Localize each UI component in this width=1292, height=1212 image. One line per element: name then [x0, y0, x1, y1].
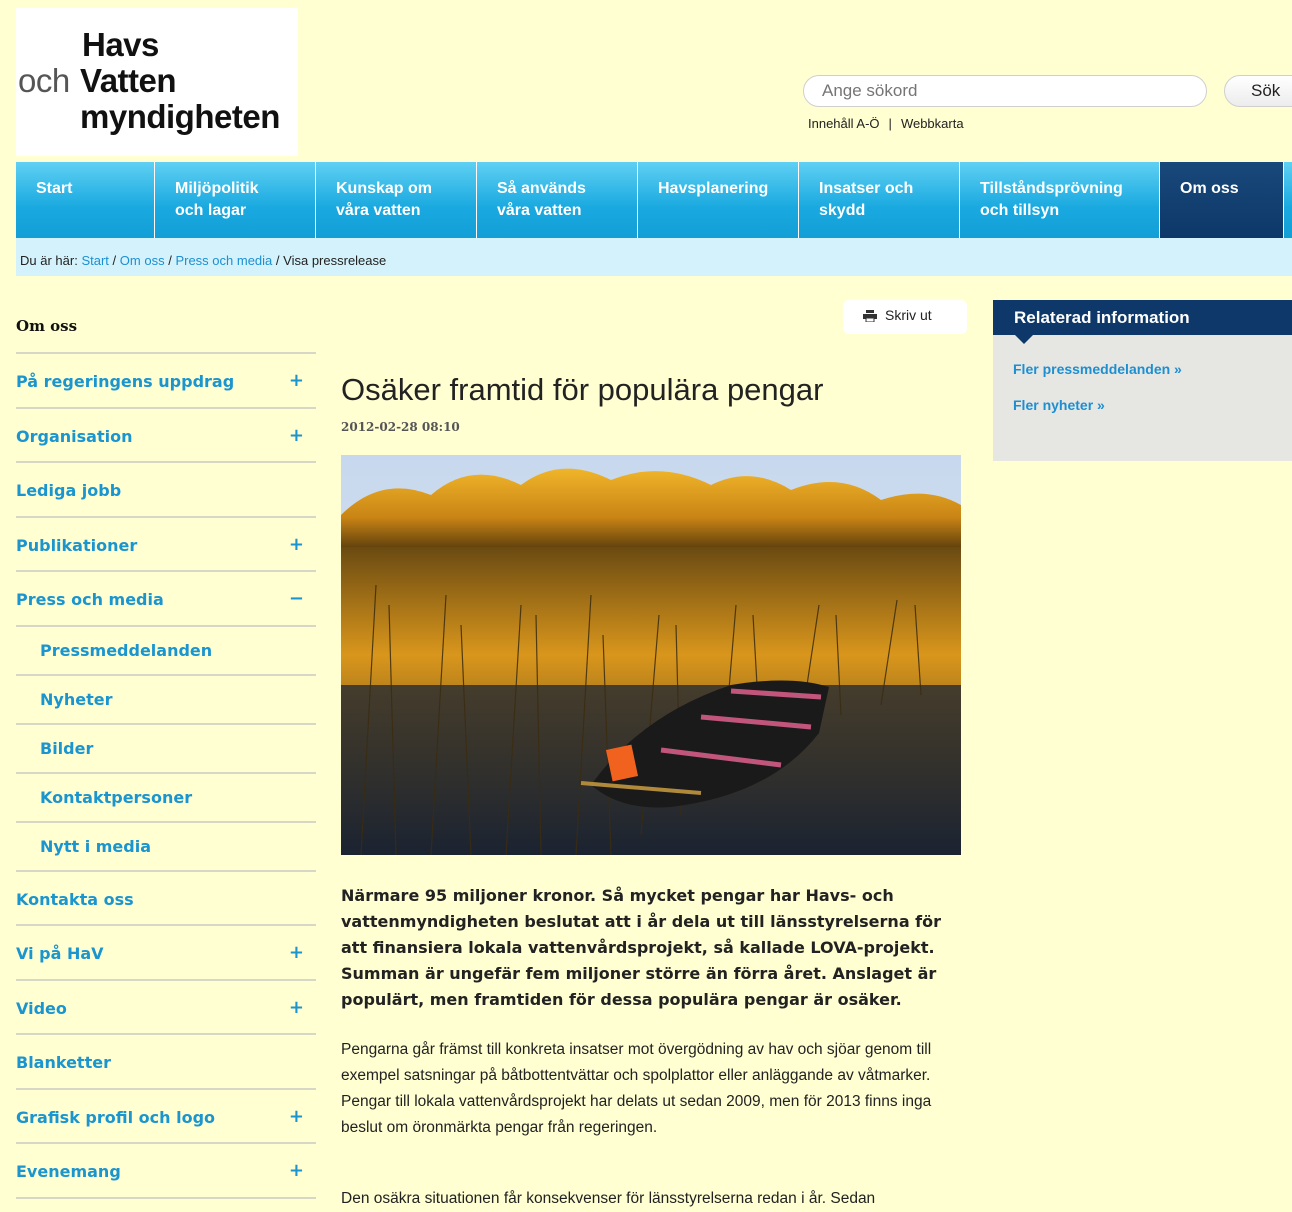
side-item-video[interactable]: Video +: [16, 981, 316, 1035]
search-button[interactable]: Sök: [1224, 75, 1292, 107]
expand-icon[interactable]: +: [289, 997, 304, 1018]
printer-icon: [863, 310, 877, 322]
nav-end-filler: [1284, 162, 1292, 238]
print-label: Skriv ut: [885, 307, 932, 323]
side-item-grafisk-profil[interactable]: Grafisk profil och logo +: [16, 1090, 316, 1144]
side-navigation: Om oss På regeringens uppdrag + Organisat…: [16, 300, 316, 1199]
side-subitem-nytt-i-media[interactable]: Nytt i media: [16, 823, 316, 872]
breadcrumb-separator: /: [168, 253, 172, 268]
logo[interactable]: Havs och Vatten myndigheten: [16, 8, 298, 156]
side-item-label: Nyheter: [40, 689, 113, 709]
breadcrumb-separator: /: [275, 253, 280, 268]
nav-item-miljopolitik[interactable]: Miljöpolitik och lagar: [155, 162, 316, 238]
collapse-icon[interactable]: −: [289, 588, 304, 609]
side-item-label: Organisation: [16, 426, 133, 446]
side-item-label: Evenemang: [16, 1162, 121, 1181]
article-paragraph: Pengarna går främst till konkreta insats…: [341, 1041, 932, 1136]
related-heading: Relaterad information: [993, 300, 1292, 344]
side-item-blanketter[interactable]: Blanketter: [16, 1035, 316, 1090]
side-item-publikationer[interactable]: Publikationer +: [16, 518, 316, 572]
more-news-link[interactable]: Fler nyheter »: [1013, 397, 1292, 413]
sitemap-link[interactable]: Webbkarta: [901, 116, 964, 131]
side-item-label: Grafisk profil och logo: [16, 1107, 216, 1127]
article-header: Osäker framtid för populära pengar 2012-…: [341, 370, 961, 434]
side-subitem-bilder[interactable]: Bilder: [16, 725, 316, 774]
utility-separator: |: [888, 116, 892, 131]
article-paragraph: Den osäkra situationen får konsekvenser …: [341, 1190, 876, 1207]
nav-item-insatser[interactable]: Insatser och skydd: [799, 162, 960, 238]
logo-text-havs: Havs: [82, 26, 159, 63]
article-title: Osäker framtid för populära pengar: [341, 372, 824, 407]
logo-text-vatten: Vatten: [80, 62, 177, 99]
expand-icon[interactable]: +: [289, 370, 304, 391]
breadcrumb-separator: /: [112, 253, 117, 268]
expand-icon[interactable]: +: [289, 1106, 304, 1127]
side-item-evenemang[interactable]: Evenemang +: [16, 1144, 316, 1199]
expand-icon[interactable]: +: [289, 425, 304, 446]
breadcrumb-prefix: Du är här:: [20, 253, 78, 268]
side-item-kontakta-oss[interactable]: Kontakta oss: [16, 872, 316, 926]
side-item-organisation[interactable]: Organisation +: [16, 409, 316, 463]
nav-item-start[interactable]: Start: [16, 162, 155, 238]
side-item-label: Bilder: [40, 738, 94, 758]
side-item-label: Kontaktpersoner: [40, 787, 193, 807]
breadcrumb-current: Visa pressrelease: [283, 253, 387, 268]
side-item-label: Pressmeddelanden: [40, 640, 213, 660]
nav-item-tillstandsprovning[interactable]: Tillståndsprövning och tillsyn: [960, 162, 1160, 238]
article-lead: Närmare 95 miljoner kronor. Så mycket pe…: [341, 886, 942, 1009]
side-item-label: Kontakta oss: [16, 889, 134, 909]
expand-icon[interactable]: +: [289, 1160, 304, 1181]
side-item-press-och-media[interactable]: Press och media −: [16, 572, 316, 627]
nav-item-sa-anvands[interactable]: Så används våra vatten: [477, 162, 638, 238]
side-item-label: Vi på HaV: [16, 944, 104, 963]
nav-item-om-oss[interactable]: Om oss: [1160, 162, 1284, 238]
nav-item-kunskap[interactable]: Kunskap om våra vatten: [316, 162, 477, 238]
index-link[interactable]: Innehåll A-Ö: [808, 116, 880, 131]
more-press-releases-link[interactable]: Fler pressmeddelanden »: [1013, 361, 1292, 377]
main-navigation: Start Miljöpolitik och lagar Kunskap om …: [16, 162, 1292, 238]
search-input[interactable]: [803, 75, 1207, 107]
expand-icon[interactable]: +: [289, 534, 304, 555]
nav-item-havsplanering[interactable]: Havsplanering: [638, 162, 799, 238]
side-nav-heading[interactable]: Om oss: [16, 300, 316, 354]
breadcrumb-start[interactable]: Start: [81, 253, 108, 268]
side-item-regeringens-uppdrag[interactable]: På regeringens uppdrag +: [16, 354, 316, 409]
utility-links: Innehåll A-Ö | Webbkarta: [808, 116, 964, 131]
side-subitem-pressmeddelanden[interactable]: Pressmeddelanden: [16, 627, 316, 676]
related-information: Relaterad information Fler pressmeddelan…: [993, 300, 1292, 461]
side-item-label: Press och media: [16, 590, 164, 609]
side-item-label: Lediga jobb: [16, 481, 122, 500]
side-item-label: Nytt i media: [40, 836, 151, 856]
side-item-lediga-jobb[interactable]: Lediga jobb: [16, 463, 316, 518]
side-item-label: Blanketter: [16, 1053, 111, 1072]
side-item-label: Video: [16, 998, 67, 1018]
print-button[interactable]: Skriv ut: [843, 300, 967, 334]
breadcrumb-press[interactable]: Press och media: [175, 253, 272, 268]
side-item-label: På regeringens uppdrag: [16, 372, 235, 391]
side-subitem-kontaktpersoner[interactable]: Kontaktpersoner: [16, 774, 316, 823]
expand-icon[interactable]: +: [289, 942, 304, 963]
article-photo: [341, 455, 961, 855]
logo-text-myndigheten: myndigheten: [80, 98, 280, 135]
side-item-vi-pa-hav[interactable]: Vi på HaV +: [16, 926, 316, 981]
logo-text-och: och: [18, 62, 70, 99]
breadcrumb-om-oss[interactable]: Om oss: [120, 253, 165, 268]
side-subitem-nyheter[interactable]: Nyheter: [16, 676, 316, 725]
side-item-label: Publikationer: [16, 535, 138, 555]
article-date: 2012-02-28 08:10: [341, 420, 460, 434]
breadcrumb: Du är här: Start / Om oss / Press och me…: [16, 238, 1292, 276]
